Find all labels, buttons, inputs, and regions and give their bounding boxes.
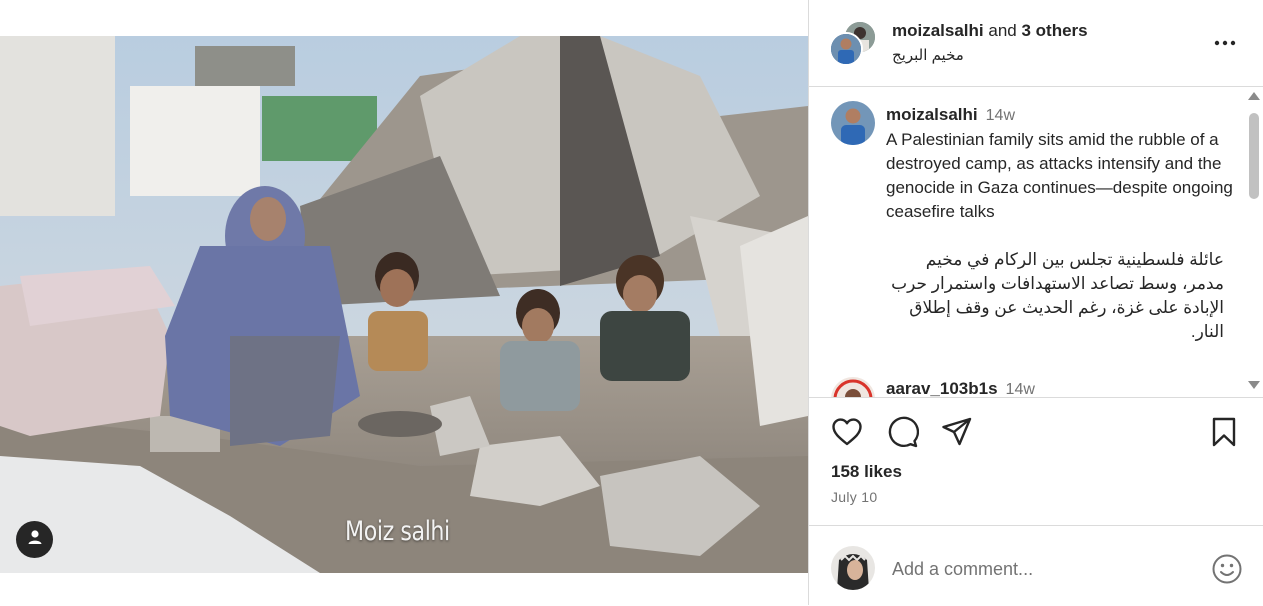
comments-section[interactable]: moizalsalhi 14w A Palestinian family sits… bbox=[809, 87, 1263, 398]
avatar bbox=[831, 546, 875, 590]
like-button[interactable] bbox=[830, 415, 864, 449]
comments-scrollbar[interactable] bbox=[1245, 87, 1263, 397]
caption-author[interactable]: moizalsalhi 14w bbox=[886, 105, 1015, 125]
photo-watermark: Moiz salhi bbox=[345, 516, 450, 547]
scroll-thumb[interactable] bbox=[1249, 113, 1259, 199]
caption-time[interactable]: 14w bbox=[986, 107, 1015, 124]
collab-avatars[interactable] bbox=[829, 20, 877, 66]
more-dots-icon bbox=[1213, 40, 1237, 57]
comment-username[interactable]: aarav_103b1s bbox=[886, 379, 998, 397]
post-date[interactable]: July 10 bbox=[831, 489, 877, 505]
scroll-down-arrow-icon[interactable] bbox=[1248, 381, 1260, 389]
post-actions bbox=[809, 398, 1263, 468]
comment-icon bbox=[885, 416, 920, 453]
caption-text-ar: عائلة فلسطينية تجلس بين الركام في مخيم م… bbox=[891, 250, 1224, 341]
add-comment-bar bbox=[809, 525, 1263, 606]
more-options-button[interactable] bbox=[1213, 33, 1237, 53]
post-authors: moizalsalhi and 3 others bbox=[892, 21, 1088, 41]
heart-icon bbox=[830, 418, 864, 453]
post-location[interactable]: مخيم البريج bbox=[892, 46, 964, 64]
photo-illustration bbox=[0, 36, 808, 573]
comment-time[interactable]: 14w bbox=[1006, 381, 1035, 397]
comment-author[interactable]: aarav_103b1s 14w bbox=[886, 379, 1035, 397]
emoji-icon bbox=[1211, 554, 1243, 589]
share-button[interactable] bbox=[940, 415, 974, 449]
post-header: moizalsalhi and 3 others مخيم البريج bbox=[809, 0, 1263, 87]
save-button[interactable] bbox=[1207, 415, 1241, 449]
scroll-up-arrow-icon[interactable] bbox=[1248, 92, 1260, 100]
caption-username[interactable]: moizalsalhi bbox=[886, 105, 978, 124]
post-photo[interactable] bbox=[0, 36, 808, 573]
author-username[interactable]: moizalsalhi bbox=[892, 21, 984, 40]
post-sidebar: moizalsalhi and 3 others مخيم البريج moi… bbox=[808, 0, 1263, 605]
likes-count[interactable]: 158 likes bbox=[831, 462, 902, 482]
user-tag-button[interactable] bbox=[16, 521, 53, 558]
emoji-button[interactable] bbox=[1211, 553, 1243, 585]
caption-avatar[interactable] bbox=[831, 101, 875, 145]
comment-avatar[interactable] bbox=[831, 377, 875, 397]
bookmark-icon bbox=[1207, 417, 1241, 453]
post-media: Moiz salhi bbox=[0, 0, 808, 605]
other-authors-link[interactable]: 3 others bbox=[1021, 21, 1087, 40]
comment-button[interactable] bbox=[885, 415, 920, 449]
authors-joiner: and bbox=[988, 21, 1017, 40]
caption-text-en: A Palestinian family sits amid the rubbl… bbox=[886, 130, 1233, 221]
avatar bbox=[829, 32, 863, 66]
user-tag-icon bbox=[26, 528, 44, 551]
send-icon bbox=[940, 417, 974, 453]
comment-input[interactable] bbox=[892, 557, 1172, 581]
